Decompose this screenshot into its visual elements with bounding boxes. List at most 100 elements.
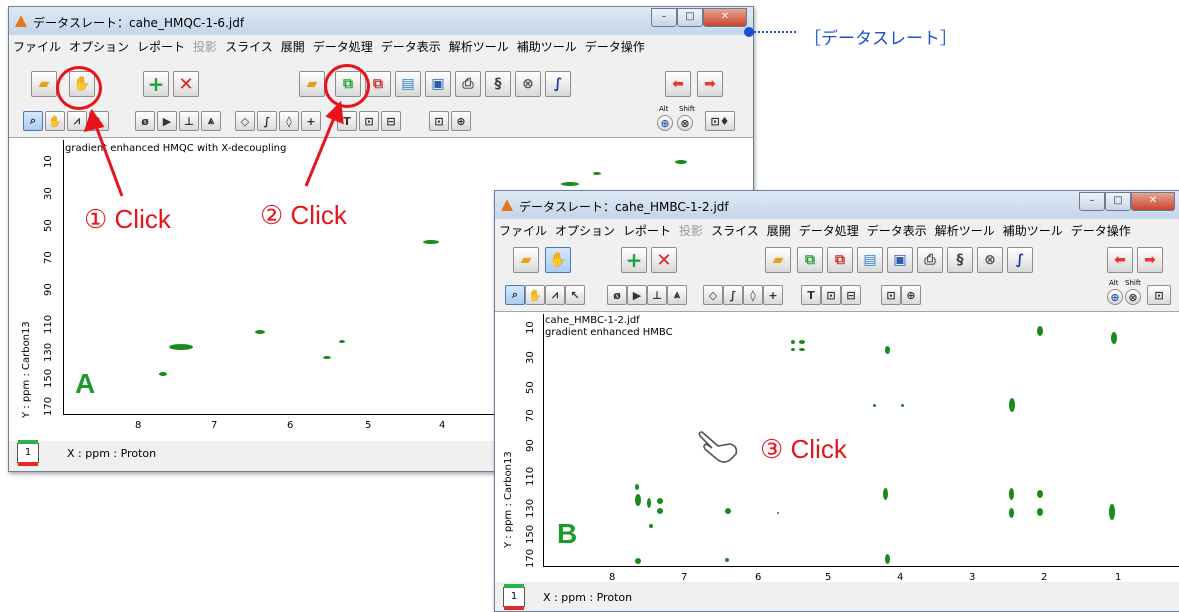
target-icon[interactable]: ⊕ bbox=[451, 111, 471, 131]
menu-file[interactable]: ファイル bbox=[495, 222, 551, 239]
maximize-button[interactable]: □ bbox=[677, 8, 703, 27]
pointer-icon[interactable]: ↖ bbox=[565, 285, 585, 305]
add-button[interactable]: + bbox=[621, 247, 647, 273]
menu-data-ops[interactable]: データ操作 bbox=[581, 38, 649, 55]
menu-analysis-tools[interactable]: 解析ツール bbox=[931, 222, 999, 239]
play-icon[interactable]: ▶ bbox=[157, 111, 177, 131]
frame-icon[interactable]: ⊡ bbox=[359, 111, 379, 131]
menu-file[interactable]: ファイル bbox=[9, 38, 65, 55]
save-button[interactable]: ▣ bbox=[887, 247, 913, 273]
menu-data-processing[interactable]: データ処理 bbox=[795, 222, 863, 239]
minimize-button[interactable]: – bbox=[1079, 192, 1105, 211]
menu-aux-tools[interactable]: 補助ツール bbox=[999, 222, 1067, 239]
menu-slice[interactable]: スライス bbox=[221, 38, 277, 55]
frame2-icon[interactable]: ⊟ bbox=[381, 111, 401, 131]
open-file-button[interactable]: ▰ bbox=[765, 247, 791, 273]
menu-options[interactable]: オプション bbox=[65, 38, 133, 55]
shift-icon[interactable]: ⊗ bbox=[1125, 289, 1141, 305]
baseline-icon[interactable]: ⊥ bbox=[647, 285, 667, 305]
minimize-button[interactable]: – bbox=[651, 8, 677, 27]
zoom-icon[interactable]: ⌕ bbox=[23, 111, 43, 131]
open-folder-button[interactable]: ▰ bbox=[31, 71, 57, 97]
trash-button[interactable]: ▤ bbox=[395, 71, 421, 97]
open-folder-button[interactable]: ▰ bbox=[513, 247, 539, 273]
menu-data-processing[interactable]: データ処理 bbox=[309, 38, 377, 55]
stamp-icon[interactable]: ⊡ bbox=[1147, 285, 1171, 305]
integral-button[interactable]: ∫ bbox=[545, 71, 571, 97]
crosshair-icon[interactable]: + bbox=[763, 285, 783, 305]
page-indicator[interactable]: 1 bbox=[503, 584, 525, 610]
menu-expand[interactable]: 展開 bbox=[277, 38, 309, 55]
save-button[interactable]: ▣ bbox=[425, 71, 451, 97]
close-button[interactable]: ✕ bbox=[1131, 192, 1175, 211]
zoom-icon[interactable]: ⌕ bbox=[505, 285, 525, 305]
menu-slice[interactable]: スライス bbox=[707, 222, 763, 239]
stop-button[interactable]: ⊗ bbox=[977, 247, 1003, 273]
menu-aux-tools[interactable]: 補助ツール bbox=[513, 38, 581, 55]
x-tick: 5 bbox=[365, 420, 372, 431]
baseline-icon[interactable]: ⊥ bbox=[179, 111, 199, 131]
title-bar[interactable]: データスレート：cahe_HMQC-1-6.jdf – □ ✕ bbox=[9, 7, 753, 35]
text-icon[interactable]: T bbox=[801, 285, 821, 305]
eraser-icon[interactable]: ◊ bbox=[279, 111, 299, 131]
print-button[interactable]: ⎙ bbox=[917, 247, 943, 273]
menu-options[interactable]: オプション bbox=[551, 222, 619, 239]
pointer-icon[interactable]: ↖ bbox=[89, 111, 109, 131]
title-bar[interactable]: データスレート：cahe_HMBC-1-2.jdf – □ ✕ bbox=[495, 191, 1179, 219]
menu-expand[interactable]: 展開 bbox=[763, 222, 795, 239]
integral-small-icon[interactable]: ∫ bbox=[723, 285, 743, 305]
peak-pick-icon[interactable]: ⩘ bbox=[67, 111, 87, 131]
box-icon[interactable]: ⊡ bbox=[429, 111, 449, 131]
integral-button[interactable]: ∫ bbox=[1007, 247, 1033, 273]
target-icon[interactable]: ⊕ bbox=[901, 285, 921, 305]
peak-icon[interactable]: ⩓ bbox=[667, 285, 687, 305]
alt-icon[interactable]: ⊕ bbox=[1107, 289, 1123, 305]
menu-data-ops[interactable]: データ操作 bbox=[1067, 222, 1135, 239]
stop-button[interactable]: ⊗ bbox=[515, 71, 541, 97]
menu-projection[interactable]: 投影 bbox=[189, 38, 221, 55]
script-button[interactable]: § bbox=[947, 247, 973, 273]
box-icon[interactable]: ⊡ bbox=[881, 285, 901, 305]
prev-button[interactable]: ⬅ bbox=[665, 71, 691, 97]
shift-icon[interactable]: ⊗ bbox=[677, 115, 693, 131]
menu-projection[interactable]: 投影 bbox=[675, 222, 707, 239]
next-button[interactable]: ➡ bbox=[697, 71, 723, 97]
delete-button[interactable]: ✕ bbox=[173, 71, 199, 97]
pan-icon[interactable]: ✋ bbox=[525, 285, 545, 305]
menu-data-display[interactable]: データ表示 bbox=[863, 222, 931, 239]
phase-icon[interactable]: ø bbox=[607, 285, 627, 305]
alt-icon[interactable]: ⊕ bbox=[657, 115, 673, 131]
menu-data-display[interactable]: データ表示 bbox=[377, 38, 445, 55]
prev-button[interactable]: ⬅ bbox=[1107, 247, 1133, 273]
trash-button[interactable]: ▤ bbox=[857, 247, 883, 273]
diamond-icon[interactable]: ◇ bbox=[235, 111, 255, 131]
stamp-icon[interactable]: ⊡♦ bbox=[705, 111, 735, 131]
maximize-button[interactable]: □ bbox=[1105, 192, 1131, 211]
menu-report[interactable]: レポート bbox=[133, 38, 189, 55]
frame2-icon[interactable]: ⊟ bbox=[841, 285, 861, 305]
close-button[interactable]: ✕ bbox=[703, 8, 747, 27]
page-indicator[interactable]: 1 bbox=[17, 440, 39, 466]
diamond-icon[interactable]: ◇ bbox=[703, 285, 723, 305]
script-button[interactable]: § bbox=[485, 71, 511, 97]
menu-report[interactable]: レポート bbox=[619, 222, 675, 239]
play-icon[interactable]: ▶ bbox=[627, 285, 647, 305]
delete-button[interactable]: ✕ bbox=[651, 247, 677, 273]
text-icon[interactable]: T bbox=[337, 111, 357, 131]
menu-analysis-tools[interactable]: 解析ツール bbox=[445, 38, 513, 55]
peak-pick-icon[interactable]: ⩘ bbox=[545, 285, 565, 305]
crosshair-icon[interactable]: + bbox=[301, 111, 321, 131]
peak-icon[interactable]: ⩓ bbox=[201, 111, 221, 131]
next-button[interactable]: ➡ bbox=[1137, 247, 1163, 273]
open-file-button[interactable]: ▰ bbox=[299, 71, 325, 97]
eraser-icon[interactable]: ◊ bbox=[743, 285, 763, 305]
add-button[interactable]: + bbox=[143, 71, 169, 97]
print-button[interactable]: ⎙ bbox=[455, 71, 481, 97]
integral-small-icon[interactable]: ∫ bbox=[257, 111, 277, 131]
add-overlay-button[interactable]: ⧉ bbox=[797, 247, 823, 273]
pan-icon[interactable]: ✋ bbox=[45, 111, 65, 131]
remove-overlay-button[interactable]: ⧉ bbox=[827, 247, 853, 273]
phase-icon[interactable]: ø bbox=[135, 111, 155, 131]
hand-tool-button[interactable]: ✋ bbox=[545, 247, 571, 273]
frame-icon[interactable]: ⊡ bbox=[821, 285, 841, 305]
